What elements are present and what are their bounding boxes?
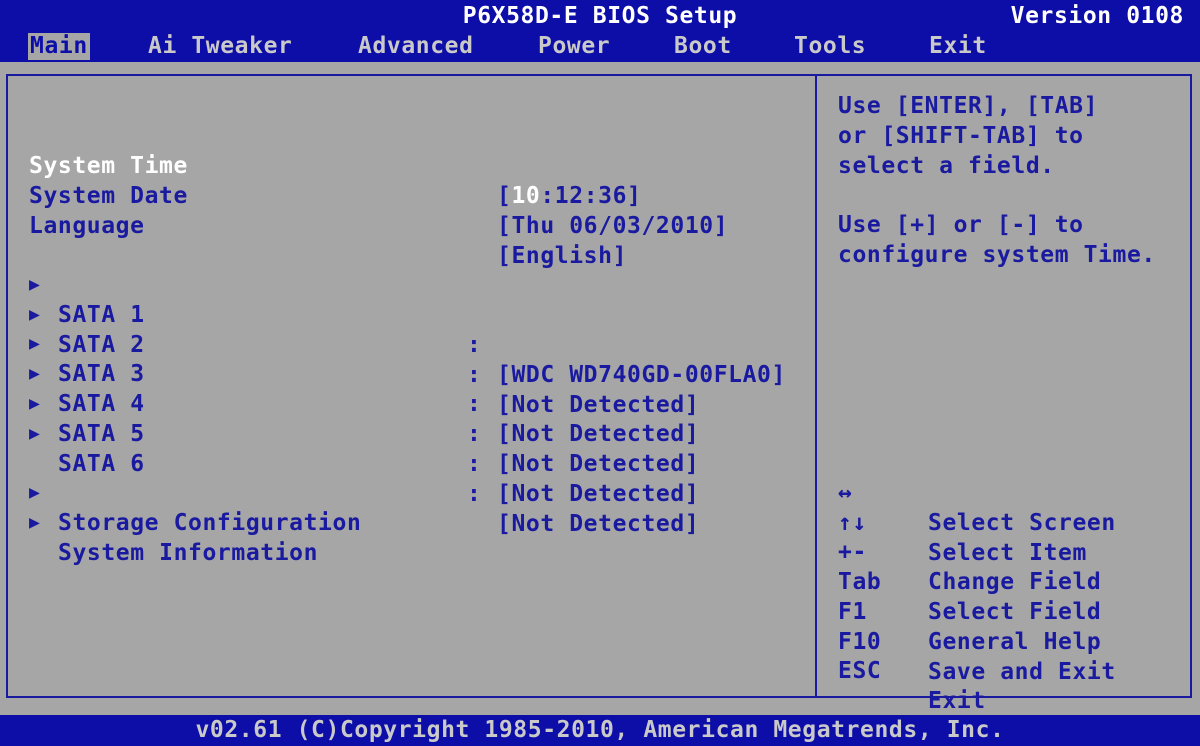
key-hint-select-field: Tab Select Field	[0, 537, 1101, 625]
system-time-value[interactable]: [10:12:36]	[497, 181, 642, 211]
help-line: select a field.	[838, 153, 1055, 179]
separator-colon: :	[467, 451, 482, 477]
separator-colon: :	[467, 481, 482, 507]
up-down-arrow-icon: ↑↓	[838, 510, 867, 536]
sata-4-value: [Not Detected]	[497, 451, 700, 477]
help-line: Use [ENTER], [TAB]	[838, 93, 1099, 119]
sata-3-row[interactable]: ▶ SATA 3 : [Not Detected]	[0, 299, 699, 447]
plus-minus-key: +-	[838, 539, 867, 565]
sata-2-label: SATA 2	[58, 332, 145, 358]
key-hint-desc: Change Field	[928, 569, 1102, 595]
help-line: or [SHIFT-TAB] to	[838, 123, 1084, 149]
key-hint-desc: Select Field	[928, 599, 1102, 625]
sata-6-row[interactable]: ▶ SATA 6 : [Not Detected]	[0, 389, 699, 537]
menu-item-boot[interactable]: Boot	[672, 33, 734, 60]
language-row[interactable]: Language [English]	[0, 181, 626, 269]
system-date-row[interactable]: System Date [Thu 06/03/2010]	[0, 151, 728, 239]
esc-key: ESC	[838, 658, 882, 684]
title-bar: P6X58D-E BIOS Setup Version 0108	[0, 0, 1200, 31]
menu-item-tools[interactable]: Tools	[792, 33, 868, 60]
separator-colon: :	[467, 332, 482, 358]
menu-item-main[interactable]: Main	[28, 33, 90, 60]
system-time-hour-field[interactable]: 10	[511, 183, 540, 209]
menu-item-power[interactable]: Power	[536, 33, 612, 60]
sata-4-row[interactable]: ▶ SATA 4 : [Not Detected]	[0, 329, 699, 477]
separator-colon: :	[467, 421, 482, 447]
separator-colon: :	[467, 362, 482, 388]
sata-4-label: SATA 4	[58, 391, 145, 417]
sata-5-value: [Not Detected]	[497, 481, 700, 507]
help-line: configure system Time.	[838, 242, 1156, 268]
key-hint-desc: General Help	[928, 629, 1102, 655]
system-time-row[interactable]: System Time [10:12:36]	[0, 121, 641, 209]
sata-5-label: SATA 5	[58, 421, 145, 447]
sata-1-label: SATA 1	[58, 302, 145, 328]
key-hint-select-item: ↑↓ Select Item	[0, 478, 1086, 566]
f1-key: F1	[838, 599, 867, 625]
bios-version: Version 0108	[1010, 3, 1184, 29]
key-hint-general-help: F1 General Help	[0, 567, 1101, 655]
system-information-label: System Information	[58, 540, 319, 566]
sata-5-row[interactable]: ▶ SATA 5 : [Not Detected]	[0, 359, 699, 507]
submenu-arrow-icon: ▶	[29, 423, 41, 444]
key-hint-desc: Exit	[928, 688, 986, 714]
menu-item-exit[interactable]: Exit	[927, 33, 989, 60]
menu-item-advanced[interactable]: Advanced	[356, 33, 476, 60]
system-time-rest: :12:36]	[540, 183, 642, 209]
sata-3-label: SATA 3	[58, 361, 145, 387]
help-line: Use [+] or [-] to	[838, 212, 1084, 238]
separator-colon: :	[467, 391, 482, 417]
key-hint-desc: Select Screen	[928, 510, 1116, 536]
system-time-bracket: [	[497, 183, 512, 209]
sata-1-value: [WDC WD740GD-00FLA0]	[497, 362, 786, 388]
footer-bar: v02.61 (C)Copyright 1985-2010, American …	[0, 715, 1200, 746]
sata-6-label: SATA 6	[58, 451, 145, 477]
sata-1-row[interactable]: ▶ SATA 1 : [WDC WD740GD-00FLA0]	[0, 240, 785, 388]
tab-key: Tab	[838, 569, 882, 595]
language-value[interactable]: [English]	[497, 241, 627, 271]
sata-3-value: [Not Detected]	[497, 421, 700, 447]
sata-6-value: [Not Detected]	[497, 511, 700, 537]
sata-2-value: [Not Detected]	[497, 392, 700, 418]
left-right-arrow-icon: ↔	[838, 480, 853, 506]
key-hint-change-field: +- Change Field	[0, 507, 1101, 595]
f10-key: F10	[838, 629, 882, 655]
key-hint-exit: ESC Exit	[0, 626, 985, 714]
language-label: Language	[29, 213, 145, 239]
panel-divider	[815, 74, 817, 698]
key-hint-select-screen: ↔ Select Screen	[0, 448, 1115, 536]
key-hint-desc: Save and Exit	[928, 659, 1116, 685]
storage-configuration-label: Storage Configuration	[58, 510, 362, 536]
menu-item-ai-tweaker[interactable]: Ai Tweaker	[146, 33, 294, 60]
menu-bar: Main Ai Tweaker Advanced Power Boot Tool…	[0, 31, 1200, 62]
sata-2-row[interactable]: ▶ SATA 2 : [Not Detected]	[0, 270, 699, 418]
copyright-text: v02.61 (C)Copyright 1985-2010, American …	[195, 717, 1005, 743]
key-hint-desc: Select Item	[928, 540, 1087, 566]
key-hint-save-exit: F10 Save and Exit	[0, 597, 1115, 685]
system-date-value[interactable]: [Thu 06/03/2010]	[497, 211, 728, 241]
